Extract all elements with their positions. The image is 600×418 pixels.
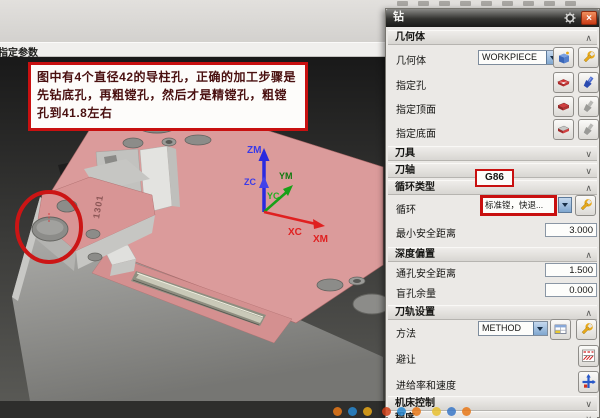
section-label: 刀轨设置 <box>395 307 435 318</box>
through-clearance-input[interactable]: 1.500 <box>545 263 597 277</box>
hole-highlight <box>36 220 64 235</box>
geometry-label: 几何体 <box>396 56 426 67</box>
avoidance-button[interactable] <box>578 345 599 367</box>
specify-bottom-face-label: 指定底面 <box>396 129 436 140</box>
dialog-titlebar[interactable]: 钻 × <box>386 9 599 27</box>
xm-axis-label: XM <box>313 234 328 245</box>
cycle-value: 标准镗，快退... <box>485 200 544 210</box>
dialog-title: 钻 <box>393 11 404 23</box>
new-geometry-button[interactable] <box>553 47 574 68</box>
g86-callout: G86 <box>475 169 514 187</box>
geometry-value: WORKPIECE <box>482 52 538 62</box>
section-label: 刀轴 <box>395 165 415 176</box>
drill-dialog: 钻 × 几何体 ∧ 几何体 WORKPIECE 指定孔 指定顶面 指定底面 刀具… <box>385 8 600 418</box>
section-label: 几何体 <box>395 32 425 43</box>
chevron-up-icon: ∧ <box>585 250 592 260</box>
flashlight-gray-icon <box>583 123 594 136</box>
holes-plate-icon <box>557 79 570 87</box>
chevron-up-icon: ∧ <box>585 183 592 193</box>
edit-geometry-button[interactable] <box>578 47 599 68</box>
hole <box>122 137 144 149</box>
specify-holes-button[interactable] <box>553 72 574 93</box>
section-geometry[interactable]: 几何体 ∧ <box>388 30 597 45</box>
cycle-label: 循环 <box>396 205 416 216</box>
cue-line: 指定参数 <box>0 42 385 59</box>
zc-axis-label: ZC <box>244 177 256 187</box>
chevron-up-icon: ∧ <box>585 308 592 318</box>
method-grid-icon <box>554 324 567 334</box>
highlight-holes-button[interactable] <box>578 72 599 93</box>
top-face-icon <box>557 102 570 111</box>
feeds-speeds-icon <box>582 374 596 388</box>
through-clearance-label: 通孔安全距离 <box>396 269 456 280</box>
chevron-down-icon: ∨ <box>585 166 592 176</box>
avoidance-label: 避让 <box>396 355 416 366</box>
specify-holes-label: 指定孔 <box>396 81 426 92</box>
hole <box>316 278 344 292</box>
avoidance-icon <box>582 349 595 362</box>
application-window: 指定参数 1301 ZM ZC YM YC XC XM 图中有4个直径42的导柱… <box>0 0 600 418</box>
section-path-settings[interactable]: 刀轨设置 ∧ <box>388 305 597 320</box>
blind-stock-label: 盲孔余量 <box>396 289 436 300</box>
graphics-viewport[interactable]: 1301 ZM ZC YM YC XC XM 图中有4个直径42的导柱孔，正确的… <box>0 57 385 418</box>
specify-bottom-face-button[interactable] <box>553 119 574 140</box>
highlight-top-face-button[interactable] <box>578 96 599 117</box>
specify-top-face-label: 指定顶面 <box>396 105 436 116</box>
method-label: 方法 <box>396 329 416 340</box>
wrench-icon <box>583 51 595 63</box>
section-depth-offsets[interactable]: 深度偏置 ∧ <box>388 247 597 262</box>
section-label: 刀具 <box>395 148 415 159</box>
geometry-select[interactable]: WORKPIECE <box>478 50 561 65</box>
guide-pillar-hole <box>352 293 385 315</box>
cycle-select[interactable]: 标准镗，快退... <box>480 195 557 216</box>
hole <box>87 252 103 262</box>
screw-hole-bore <box>353 279 361 283</box>
section-label: 循环类型 <box>395 182 435 193</box>
method-select[interactable]: METHOD <box>478 321 548 336</box>
zm-axis-label: ZM <box>247 145 261 156</box>
screw-hole-bore <box>165 140 173 144</box>
hole <box>85 229 101 239</box>
wrench-icon <box>580 199 592 211</box>
specify-top-face-button[interactable] <box>553 96 574 117</box>
chevron-down-icon: ∨ <box>585 149 592 159</box>
wrench-icon <box>581 323 593 335</box>
gear-icon <box>564 12 576 24</box>
feeds-speeds-button[interactable] <box>578 371 599 393</box>
xc-axis-label: XC <box>288 227 302 238</box>
feeds-label: 进给率和速度 <box>396 381 456 392</box>
chevron-up-icon: ∧ <box>585 33 592 43</box>
new-method-button[interactable] <box>550 319 571 340</box>
yc-axis-label: YC <box>267 191 280 201</box>
section-tool[interactable]: 刀具 ∨ <box>388 146 597 161</box>
dialog-close-button[interactable]: × <box>581 11 597 25</box>
annotation-note: 图中有4个直径42的导柱孔，正确的加工步骤是先钻底孔，再粗镗孔，然后才是精镗孔，… <box>28 62 308 131</box>
edit-cycle-button[interactable] <box>575 195 596 216</box>
highlight-bottom-face-button[interactable] <box>578 119 599 140</box>
flashlight-icon <box>583 76 594 89</box>
flashlight-gray-icon <box>583 100 594 113</box>
section-label: 深度偏置 <box>395 249 435 260</box>
method-value: METHOD <box>482 323 521 333</box>
watermark <box>330 405 592 418</box>
min-clearance-input[interactable]: 3.000 <box>545 223 597 237</box>
ym-axis-label: YM <box>279 171 293 181</box>
bottom-face-icon <box>557 125 570 134</box>
hole <box>184 134 212 146</box>
min-clearance-label: 最小安全距离 <box>396 229 456 240</box>
workpiece-cube-icon <box>559 51 569 64</box>
dialog-options-button[interactable] <box>563 11 577 25</box>
edit-method-button[interactable] <box>576 319 597 340</box>
toolbar-icons-strip <box>392 1 597 8</box>
cycle-dropdown-button[interactable] <box>558 197 572 213</box>
blind-stock-input[interactable]: 0.000 <box>545 283 597 297</box>
dropdown-arrow-icon[interactable] <box>533 322 547 335</box>
viewport-bottom-strip <box>0 401 385 418</box>
